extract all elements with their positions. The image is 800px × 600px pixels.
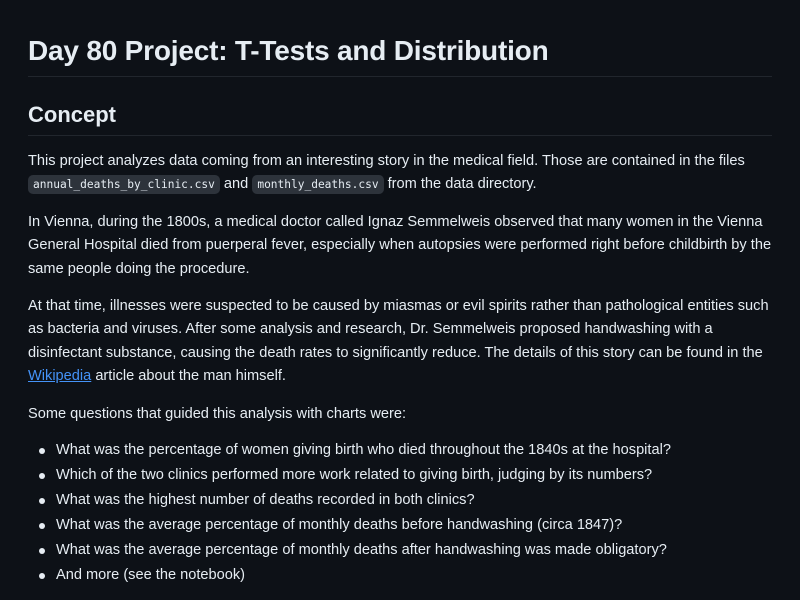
questions-list: What was the percentage of women giving …	[28, 439, 772, 587]
file-name-monthly: monthly_deaths.csv	[252, 175, 384, 195]
list-item: Which of the two clinics performed more …	[39, 464, 772, 487]
questions-intro: Some questions that guided this analysis…	[28, 405, 407, 422]
handwashing-text-after: article about the man himself.	[91, 368, 286, 385]
intro-paragraph: This project analyzes data coming from a…	[28, 150, 772, 197]
list-item: What was the percentage of women giving …	[39, 439, 772, 462]
list-item: What was the average percentage of month…	[39, 539, 772, 562]
list-item-text: What was the average percentage of month…	[56, 517, 623, 534]
bullet-icon	[39, 523, 45, 530]
readme-content: Day 80 Project: T-Tests and Distribution…	[0, 0, 800, 600]
bullet-icon	[39, 473, 45, 480]
file-name-annual: annual_deaths_by_clinic.csv	[28, 175, 220, 195]
section-heading-concept: Concept	[28, 102, 116, 127]
page-title: Day 80 Project: T-Tests and Distribution	[28, 35, 549, 66]
intro-text-middle: and	[219, 176, 253, 193]
intro-text-after: from the data directory.	[383, 176, 537, 193]
list-item-text: What was the average percentage of month…	[56, 542, 667, 559]
history-paragraph: In Vienna, during the 1800s, a medical d…	[28, 213, 772, 277]
bullet-icon	[39, 498, 45, 505]
list-item: And more (see the notebook)	[39, 564, 772, 587]
intro-text-before: This project analyzes data coming from a…	[28, 153, 745, 169]
handwashing-text-before: At that time, illnesses were suspected t…	[28, 298, 769, 361]
list-item-text: And more (see the notebook)	[56, 567, 246, 584]
wikipedia-link[interactable]: Wikipedia	[28, 368, 91, 384]
bullet-icon	[39, 548, 45, 555]
handwashing-paragraph: At that time, illnesses were suspected t…	[28, 295, 772, 389]
list-item: What was the highest number of deaths re…	[39, 489, 772, 512]
list-item: What was the average percentage of month…	[39, 514, 772, 537]
list-item-text: What was the percentage of women giving …	[56, 442, 671, 459]
bullet-icon	[39, 573, 45, 580]
section-divider	[28, 135, 772, 136]
list-item-text: Which of the two clinics performed more …	[56, 467, 653, 484]
bullet-icon	[39, 448, 45, 455]
list-item-text: What was the highest number of deaths re…	[56, 492, 475, 509]
